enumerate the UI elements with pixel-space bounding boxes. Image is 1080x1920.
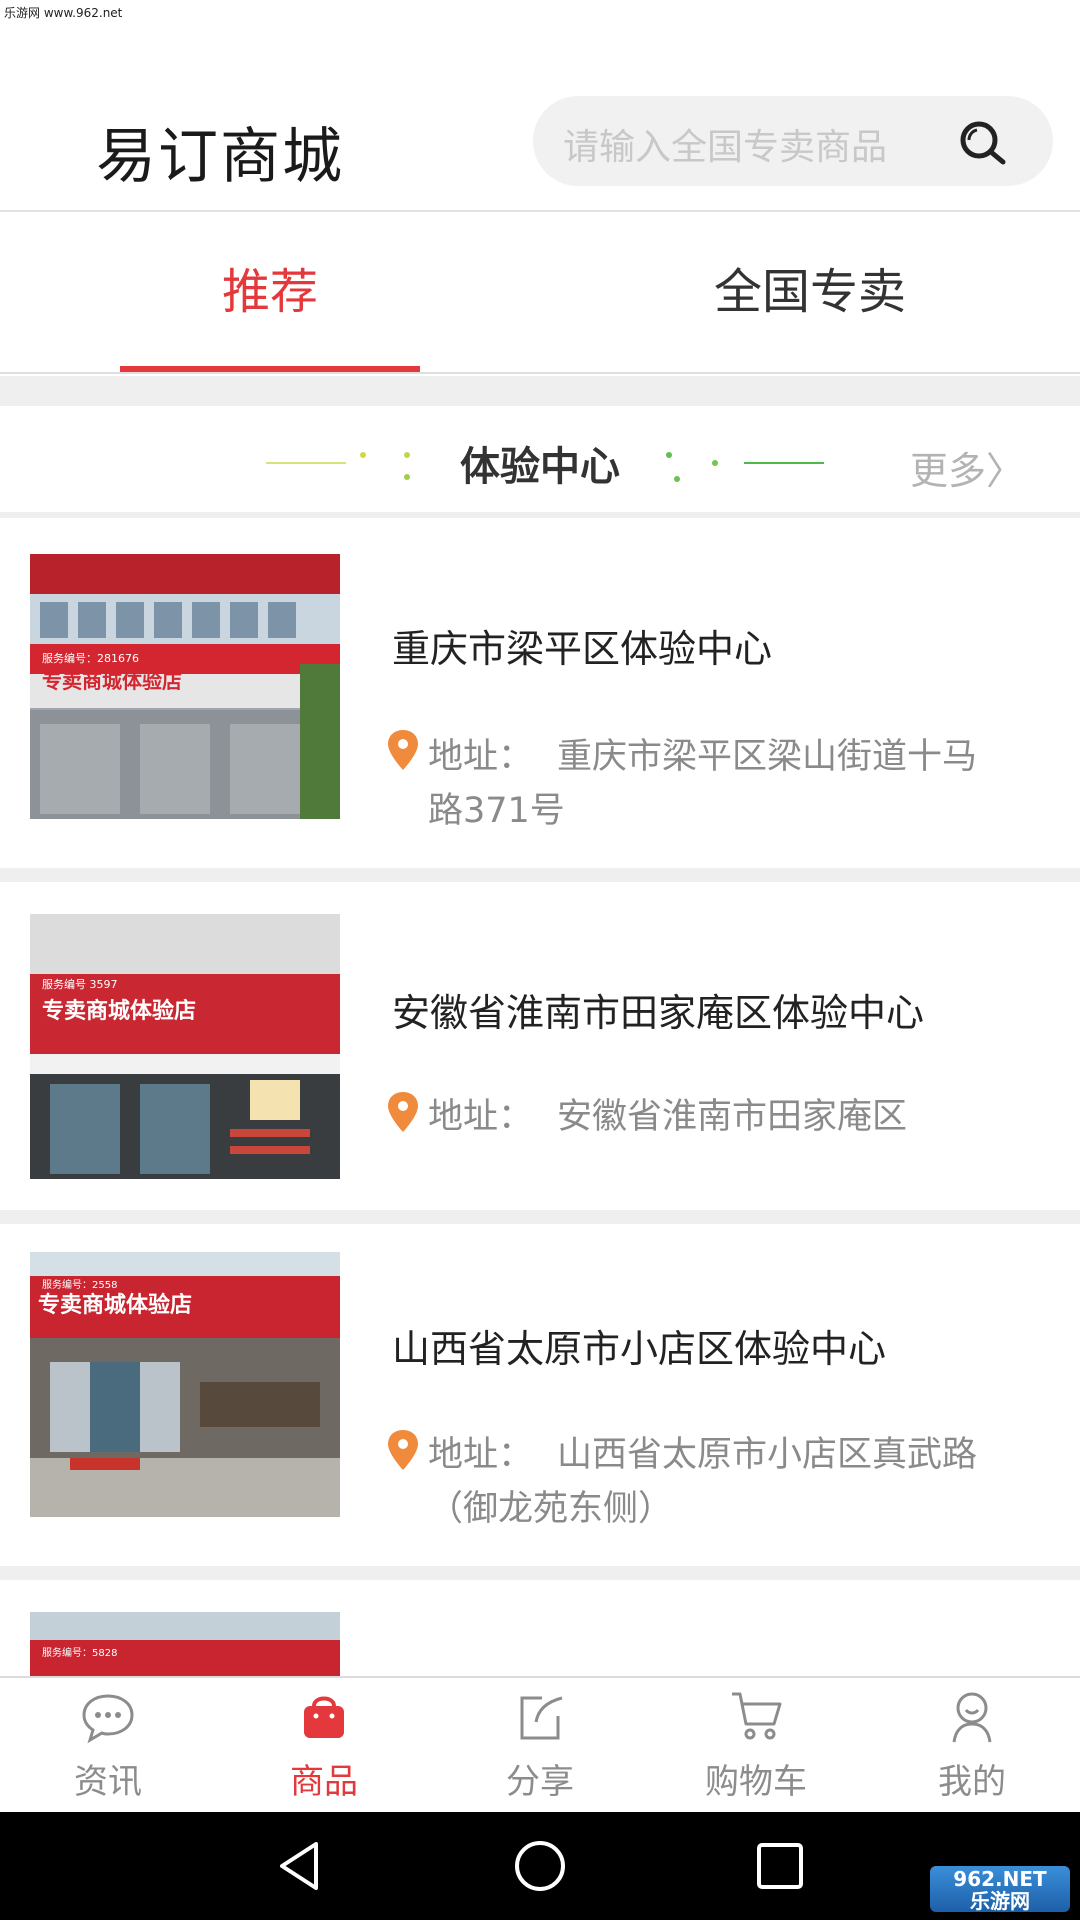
divider bbox=[0, 1210, 1080, 1224]
address-line2: 路371号 bbox=[428, 791, 565, 831]
store-name: 安徽省淮南市田家庵区体验中心 bbox=[392, 991, 925, 1035]
address-label: 地址： bbox=[428, 1435, 534, 1475]
nav-cart[interactable]: 购物车 bbox=[648, 1678, 864, 1814]
recents-icon[interactable] bbox=[750, 1836, 810, 1896]
search-icon[interactable] bbox=[957, 116, 1009, 168]
app-header: 易订商城 请输入全国专卖商品 bbox=[0, 0, 1080, 212]
watermark-top: 乐游网 www.962.net bbox=[4, 6, 123, 20]
store-photo: 服务编号：2558 专卖商城体验店 bbox=[30, 1252, 340, 1517]
decor-dot bbox=[712, 460, 718, 466]
service-number: 服务编号 3597 bbox=[42, 977, 118, 991]
service-number: 服务编号：5828 bbox=[42, 1646, 117, 1659]
app-screen: 易订商城 请输入全国专卖商品 乐游网 www.962.net 推荐 全国专卖 体… bbox=[0, 0, 1080, 1920]
user-icon bbox=[952, 1692, 992, 1743]
tab-recommend[interactable]: 推荐 bbox=[120, 212, 420, 372]
store-address: 地址： 重庆市梁平区梁山街道十马 路371号 bbox=[428, 730, 1028, 838]
chat-bubble-icon bbox=[82, 1694, 134, 1744]
divider bbox=[0, 1566, 1080, 1580]
store-name: 重庆市梁平区体验中心 bbox=[392, 627, 773, 671]
store-item[interactable]: 专卖商城体验店 服务编号：281676 重庆市梁平区体验中心 地址： 重庆市梁平区… bbox=[0, 524, 1080, 868]
home-icon[interactable] bbox=[510, 1836, 570, 1896]
location-pin-icon bbox=[388, 1430, 418, 1470]
address-line1: 重庆市梁平区梁山街道十马 bbox=[557, 737, 978, 777]
share-icon bbox=[520, 1696, 563, 1740]
cart-icon bbox=[732, 1692, 782, 1740]
category-tabs: 推荐 全国专卖 bbox=[0, 212, 1080, 374]
nav-share[interactable]: 分享 bbox=[432, 1678, 648, 1814]
watermark-line2: 乐游网 bbox=[970, 1889, 1030, 1913]
nav-label: 我的 bbox=[938, 1762, 1006, 1802]
back-icon[interactable] bbox=[270, 1836, 330, 1896]
store-item[interactable]: 服务编号 3597 专卖商城体验店 安徽省淮南市田家庵区体验中心 地址： 安徽省淮… bbox=[0, 882, 1080, 1210]
store-photo: 服务编号 3597 专卖商城体验店 bbox=[30, 914, 340, 1179]
decor-dot bbox=[666, 452, 672, 458]
service-number: 服务编号：2558 bbox=[42, 1278, 117, 1291]
nav-profile[interactable]: 我的 bbox=[864, 1678, 1080, 1814]
nav-label: 分享 bbox=[506, 1762, 574, 1802]
system-navigation-bar: 962.NET 乐游网 bbox=[0, 1812, 1080, 1920]
store-photo: 专卖商城体验店 服务编号：281676 bbox=[30, 554, 340, 819]
section-gap bbox=[0, 376, 1080, 406]
store-address: 地址： 安徽省淮南市田家庵区 bbox=[428, 1090, 1028, 1144]
nav-label: 资讯 bbox=[74, 1762, 142, 1802]
store-item[interactable]: 服务编号：2558 专卖商城体验店 山西省太原市小店区体验中心 地址： 山西省太原… bbox=[0, 1224, 1080, 1566]
location-pin-icon bbox=[388, 1092, 418, 1132]
store-item[interactable]: 服务编号：5828 bbox=[0, 1580, 1080, 1676]
watermark-logo: 962.NET 乐游网 bbox=[930, 1866, 1070, 1912]
store-address: 地址： 山西省太原市小店区真武路 （御龙苑东侧） bbox=[428, 1428, 1028, 1536]
nav-label: 购物车 bbox=[705, 1762, 807, 1802]
service-number: 服务编号：281676 bbox=[42, 651, 139, 665]
tab-national-exclusive[interactable]: 全国专卖 bbox=[660, 212, 960, 372]
store-sign-text: 专卖商城体验店 bbox=[38, 1292, 192, 1318]
address-line1: 安徽省淮南市田家庵区 bbox=[557, 1097, 908, 1137]
store-name: 山西省太原市小店区体验中心 bbox=[392, 1327, 887, 1371]
nav-news[interactable]: 资讯 bbox=[0, 1678, 216, 1814]
address-line2: （御龙苑东侧） bbox=[428, 1489, 674, 1529]
divider bbox=[0, 868, 1080, 882]
address-label: 地址： bbox=[428, 737, 534, 777]
active-tab-indicator bbox=[120, 366, 420, 372]
address-label: 地址： bbox=[428, 1097, 534, 1137]
shopping-bag-icon bbox=[304, 1696, 344, 1738]
decor-dot bbox=[674, 476, 680, 482]
store-sign-text: 专卖商城体验店 bbox=[42, 669, 182, 693]
nav-products[interactable]: 商品 bbox=[216, 1678, 432, 1814]
search-box[interactable]: 请输入全国专卖商品 bbox=[533, 96, 1053, 186]
app-logo: 易订商城 bbox=[96, 122, 344, 192]
store-photo: 服务编号：5828 bbox=[30, 1612, 340, 1676]
address-line1: 山西省太原市小店区真武路 bbox=[557, 1435, 978, 1475]
decor-line-right bbox=[744, 462, 824, 464]
bottom-navigation: 资讯 商品 分享 购物车 我的 bbox=[0, 1676, 1080, 1812]
search-input[interactable]: 请输入全国专卖商品 bbox=[563, 118, 887, 170]
nav-label: 商品 bbox=[290, 1762, 358, 1802]
store-sign-text: 专卖商城体验店 bbox=[42, 998, 196, 1024]
more-link[interactable]: 更多〉 bbox=[910, 440, 1024, 495]
section-header: 体验中心 更多〉 bbox=[0, 406, 1080, 518]
location-pin-icon bbox=[388, 730, 418, 770]
watermark-line1: 962.NET bbox=[953, 1867, 1047, 1891]
